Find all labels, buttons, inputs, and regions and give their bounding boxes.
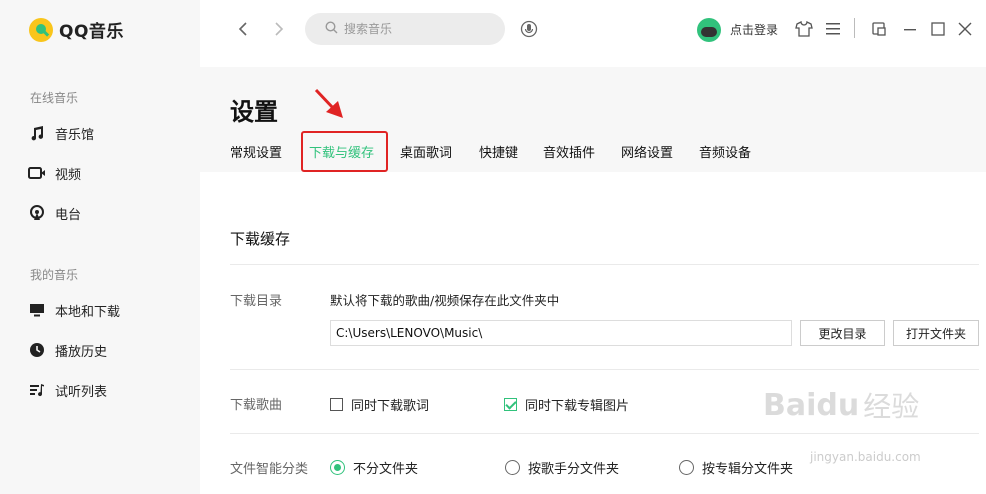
divider <box>230 369 979 370</box>
sidebar-item-label: 试听列表 <box>55 384 108 400</box>
radio-unselected <box>679 460 694 475</box>
menu-icon[interactable] <box>824 20 842 38</box>
settings-panel: 设置 常规设置 下载与缓存 桌面歌词 快捷键 音效插件 网络设置 音频设备 下载… <box>200 67 986 494</box>
mini-mode-icon[interactable] <box>870 20 888 38</box>
sidebar-item-label: 视频 <box>55 167 82 183</box>
toolbar-divider <box>854 18 855 38</box>
download-path-field[interactable] <box>330 320 792 346</box>
download-songs-label: 下载歌曲 <box>230 398 283 413</box>
search-box[interactable] <box>305 13 505 45</box>
sidebar: QQ音乐 在线音乐 音乐馆 视频 电台 我的音乐 本地和下载 播放历史 试听列表 <box>0 0 200 494</box>
login-link[interactable]: 点击登录 <box>730 21 778 38</box>
sidebar-item-history[interactable]: 播放历史 <box>28 339 107 361</box>
back-arrow-icon[interactable] <box>234 20 252 38</box>
checkbox-label: 同时下载歌词 <box>351 399 430 414</box>
search-icon <box>325 20 338 38</box>
checkbox-checked <box>504 398 517 411</box>
avatar[interactable] <box>697 18 721 42</box>
tab-general[interactable]: 常规设置 <box>230 142 282 161</box>
radio-no-folder[interactable]: 不分文件夹 <box>330 458 418 477</box>
app-logo[interactable]: QQ音乐 <box>29 17 124 42</box>
qq-music-logo-icon <box>29 17 53 42</box>
radio-icon <box>28 204 46 222</box>
change-dir-button[interactable]: 更改目录 <box>800 320 885 346</box>
annotation-arrow-icon <box>314 88 343 118</box>
search-input[interactable] <box>344 22 494 36</box>
watermark-url: jingyan.baidu.com <box>810 450 921 464</box>
radio-unselected <box>505 460 520 475</box>
tab-network[interactable]: 网络设置 <box>621 142 673 161</box>
radio-by-album[interactable]: 按专辑分文件夹 <box>679 458 793 477</box>
tab-audio-device[interactable]: 音频设备 <box>699 142 751 161</box>
sidebar-item-playlist[interactable]: 试听列表 <box>28 379 107 401</box>
section-title-download-cache: 下载缓存 <box>230 230 291 248</box>
music-note-icon <box>28 124 46 142</box>
smart-folder-label: 文件智能分类 <box>230 462 309 477</box>
minimize-icon[interactable] <box>901 20 919 38</box>
sidebar-item-radio[interactable]: 电台 <box>28 202 81 224</box>
section-title-mine: 我的音乐 <box>30 268 79 282</box>
sidebar-item-label: 音乐馆 <box>55 127 95 143</box>
checkbox-label: 同时下载专辑图片 <box>525 399 630 414</box>
monitor-icon <box>28 301 46 319</box>
open-folder-button[interactable]: 打开文件夹 <box>893 320 979 346</box>
sidebar-item-video[interactable]: 视频 <box>28 162 81 184</box>
radio-label: 按专辑分文件夹 <box>702 462 794 477</box>
forward-arrow-icon[interactable] <box>270 20 288 38</box>
checkbox-unchecked <box>330 398 343 411</box>
video-icon <box>28 164 46 182</box>
download-dir-label: 下载目录 <box>230 294 283 309</box>
section-title-online: 在线音乐 <box>30 91 79 105</box>
skin-shirt-icon[interactable] <box>795 20 813 38</box>
sidebar-item-label: 本地和下载 <box>55 304 121 320</box>
radio-label: 按歌手分文件夹 <box>528 462 620 477</box>
history-icon <box>28 341 46 359</box>
voice-search-icon[interactable] <box>520 20 538 38</box>
download-cover-checkbox[interactable]: 同时下载专辑图片 <box>504 395 629 414</box>
sidebar-item-local-download[interactable]: 本地和下载 <box>28 299 120 321</box>
download-dir-description: 默认将下载的歌曲/视频保存在此文件夹中 <box>330 293 560 308</box>
active-tab-highlight-box <box>301 131 388 172</box>
app-logo-text: QQ音乐 <box>59 22 124 42</box>
maximize-icon[interactable] <box>929 20 947 38</box>
download-lyrics-checkbox[interactable]: 同时下载歌词 <box>330 395 429 414</box>
tab-desktop-lyrics[interactable]: 桌面歌词 <box>400 142 452 161</box>
radio-selected <box>330 460 345 475</box>
tab-audio-plugins[interactable]: 音效插件 <box>543 142 595 161</box>
sidebar-item-label: 电台 <box>55 207 82 223</box>
divider <box>230 264 979 265</box>
radio-by-artist[interactable]: 按歌手分文件夹 <box>505 458 619 477</box>
tab-shortcuts[interactable]: 快捷键 <box>479 142 518 161</box>
top-bar: 点击登录 <box>200 0 986 67</box>
sidebar-item-label: 播放历史 <box>55 344 108 360</box>
sidebar-item-music-hall[interactable]: 音乐馆 <box>28 122 94 144</box>
playlist-icon <box>28 381 46 399</box>
radio-label: 不分文件夹 <box>353 462 419 477</box>
divider <box>230 433 979 434</box>
close-icon[interactable] <box>956 20 974 38</box>
page-title: 设置 <box>230 98 278 126</box>
